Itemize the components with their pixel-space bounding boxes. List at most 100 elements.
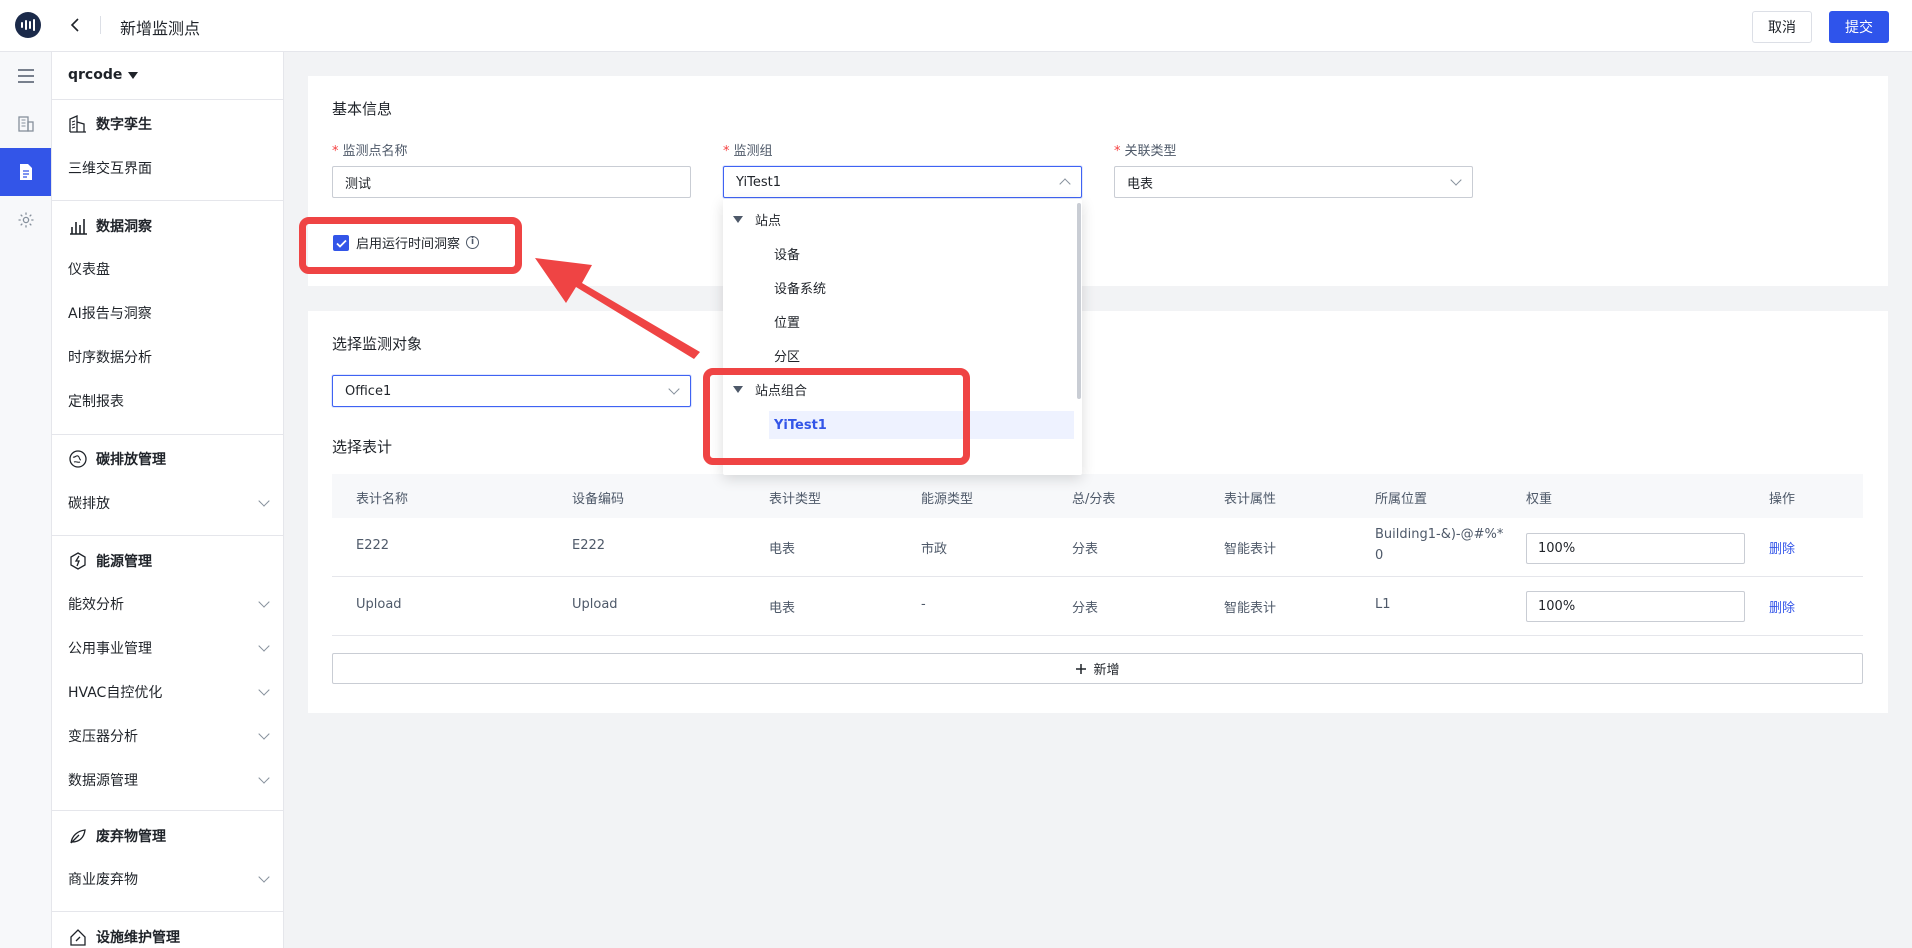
cell-attr: 智能表计 xyxy=(1224,601,1277,616)
name-input[interactable]: 测试 xyxy=(332,166,691,198)
sidebar-item-timeseries[interactable]: 时序数据分析 xyxy=(68,347,268,367)
sidebar-item-ai-report[interactable]: AI报告与洞察 xyxy=(68,303,268,323)
caret-down-icon xyxy=(733,215,743,223)
chevron-up-icon xyxy=(1059,178,1071,190)
divider xyxy=(52,200,283,201)
chevron-down-icon xyxy=(1450,174,1462,186)
add-meter-button[interactable]: 新增 xyxy=(332,653,1863,684)
column-header: 所属位置 xyxy=(1375,492,1428,507)
column-header: 总/分表 xyxy=(1072,492,1116,507)
sidebar-item-hvac[interactable]: HVAC自控优化 xyxy=(68,682,270,702)
type-select[interactable]: 电表 xyxy=(1114,166,1473,198)
project-selector[interactable]: qrcode xyxy=(68,67,139,83)
project-name: qrcode xyxy=(68,67,123,83)
cell-energy: 市政 xyxy=(921,542,948,557)
sidebar-item-commercial-waste[interactable]: 商业废弃物 xyxy=(68,869,270,889)
weight-input[interactable]: 100% xyxy=(1526,533,1745,564)
group-field-label: * 监测组 xyxy=(723,144,773,159)
leaf-icon xyxy=(70,829,86,844)
name-field-label: * 监测点名称 xyxy=(332,144,408,159)
table-row: E222 E222 电表 市政 分表 智能表计 Building1-&)-@#%… xyxy=(332,518,1863,577)
submit-button[interactable]: 提交 xyxy=(1829,11,1889,43)
sidebar-item-custom-report[interactable]: 定制报表 xyxy=(68,391,268,411)
divider xyxy=(52,434,283,435)
meters-table-header: 表计名称 设备编码 表计类型 能源类型 总/分表 表计属性 所属位置 权重 操作 xyxy=(332,474,1863,518)
group-select[interactable]: YiTest1 xyxy=(723,166,1082,198)
type-field-label: * 关联类型 xyxy=(1114,144,1177,159)
sidebar-item-datasource[interactable]: 数据源管理 xyxy=(68,770,270,790)
sidebar-item-carbon[interactable]: 碳排放 xyxy=(68,493,270,513)
sidebar-item-3d-interface[interactable]: 三维交互界面 xyxy=(68,158,268,178)
column-header: 设备编码 xyxy=(572,492,625,507)
section-energy: 能源管理 xyxy=(68,551,152,571)
chevron-down-icon xyxy=(258,871,270,883)
page-title: 新增监测点 xyxy=(120,19,201,38)
annotation-highlight-site-group xyxy=(703,368,970,465)
tree-node-site[interactable]: 站点 xyxy=(723,205,1074,233)
cell-name: Upload xyxy=(356,597,402,612)
sidebar-item-transformer[interactable]: 变压器分析 xyxy=(68,726,270,746)
cell-attr: 智能表计 xyxy=(1224,542,1277,557)
target-title: 选择监测对象 xyxy=(332,335,423,353)
tree-node-location[interactable]: 位置 xyxy=(723,307,1074,335)
caret-down-icon xyxy=(128,71,139,79)
divider xyxy=(52,810,283,811)
cell-name: E222 xyxy=(356,538,390,553)
sidebar-item-efficiency[interactable]: 能效分析 xyxy=(68,594,270,614)
column-header: 表计名称 xyxy=(356,492,409,507)
table-row: Upload Upload 电表 - 分表 智能表计 L1 100% 删除 xyxy=(332,577,1863,636)
carbon-icon xyxy=(69,450,87,468)
top-bar: 新增监测点 取消 提交 xyxy=(0,0,1912,52)
document-icon[interactable] xyxy=(0,148,51,196)
weight-input[interactable]: 100% xyxy=(1526,591,1745,622)
app-logo xyxy=(15,12,41,38)
gear-icon[interactable] xyxy=(0,196,51,244)
dropdown-scrollbar[interactable] xyxy=(1077,203,1081,399)
cell-energy: - xyxy=(921,597,926,612)
delete-link[interactable]: 删除 xyxy=(1769,597,1795,616)
menu-icon[interactable] xyxy=(0,52,51,100)
target-select[interactable]: Office1 xyxy=(332,375,691,407)
sidebar-item-utility[interactable]: 公用事业管理 xyxy=(68,638,270,658)
divider xyxy=(100,16,101,34)
cell-location: Building1-&)-@#%* xyxy=(1375,527,1504,542)
column-header: 能源类型 xyxy=(921,492,974,507)
maintenance-icon xyxy=(70,929,86,946)
annotation-highlight-checkbox xyxy=(299,217,522,274)
building-icon[interactable] xyxy=(0,100,51,148)
sidebar-item-dashboard[interactable]: 仪表盘 xyxy=(68,259,268,279)
divider xyxy=(52,911,283,912)
section-waste: 废弃物管理 xyxy=(68,826,166,846)
chevron-down-icon xyxy=(258,640,270,652)
chevron-down-icon xyxy=(258,684,270,696)
digital-twin-icon xyxy=(69,115,86,133)
chevron-down-icon xyxy=(258,495,270,507)
chevron-down-icon xyxy=(668,383,680,395)
chevron-down-icon xyxy=(258,728,270,740)
cell-location-2: 0 xyxy=(1375,548,1384,563)
chevron-down-icon xyxy=(258,772,270,784)
section-maintenance: 设施维护管理 xyxy=(68,927,180,947)
column-header: 权重 xyxy=(1526,492,1553,507)
delete-link[interactable]: 删除 xyxy=(1769,538,1795,557)
cell-total-sub: 分表 xyxy=(1072,542,1099,557)
column-header: 操作 xyxy=(1769,492,1796,507)
plus-icon xyxy=(1076,663,1087,674)
tree-node-device[interactable]: 设备 xyxy=(723,239,1074,267)
section-carbon: 碳排放管理 xyxy=(68,449,166,469)
cell-meter-type: 电表 xyxy=(769,542,796,557)
icon-rail xyxy=(0,52,52,948)
section-data-insight: 数据洞察 xyxy=(68,216,152,236)
column-header: 表计类型 xyxy=(769,492,822,507)
column-header: 表计属性 xyxy=(1224,492,1277,507)
cell-code: Upload xyxy=(572,597,618,612)
tree-node-zone[interactable]: 分区 xyxy=(723,341,1074,369)
divider xyxy=(52,535,283,536)
chevron-down-icon xyxy=(258,596,270,608)
back-icon[interactable] xyxy=(64,14,86,36)
bar-chart-icon xyxy=(70,219,87,235)
tree-node-device-system[interactable]: 设备系统 xyxy=(723,273,1074,301)
energy-icon xyxy=(70,552,86,570)
cancel-button[interactable]: 取消 xyxy=(1752,11,1812,43)
basic-info-title: 基本信息 xyxy=(332,100,393,118)
